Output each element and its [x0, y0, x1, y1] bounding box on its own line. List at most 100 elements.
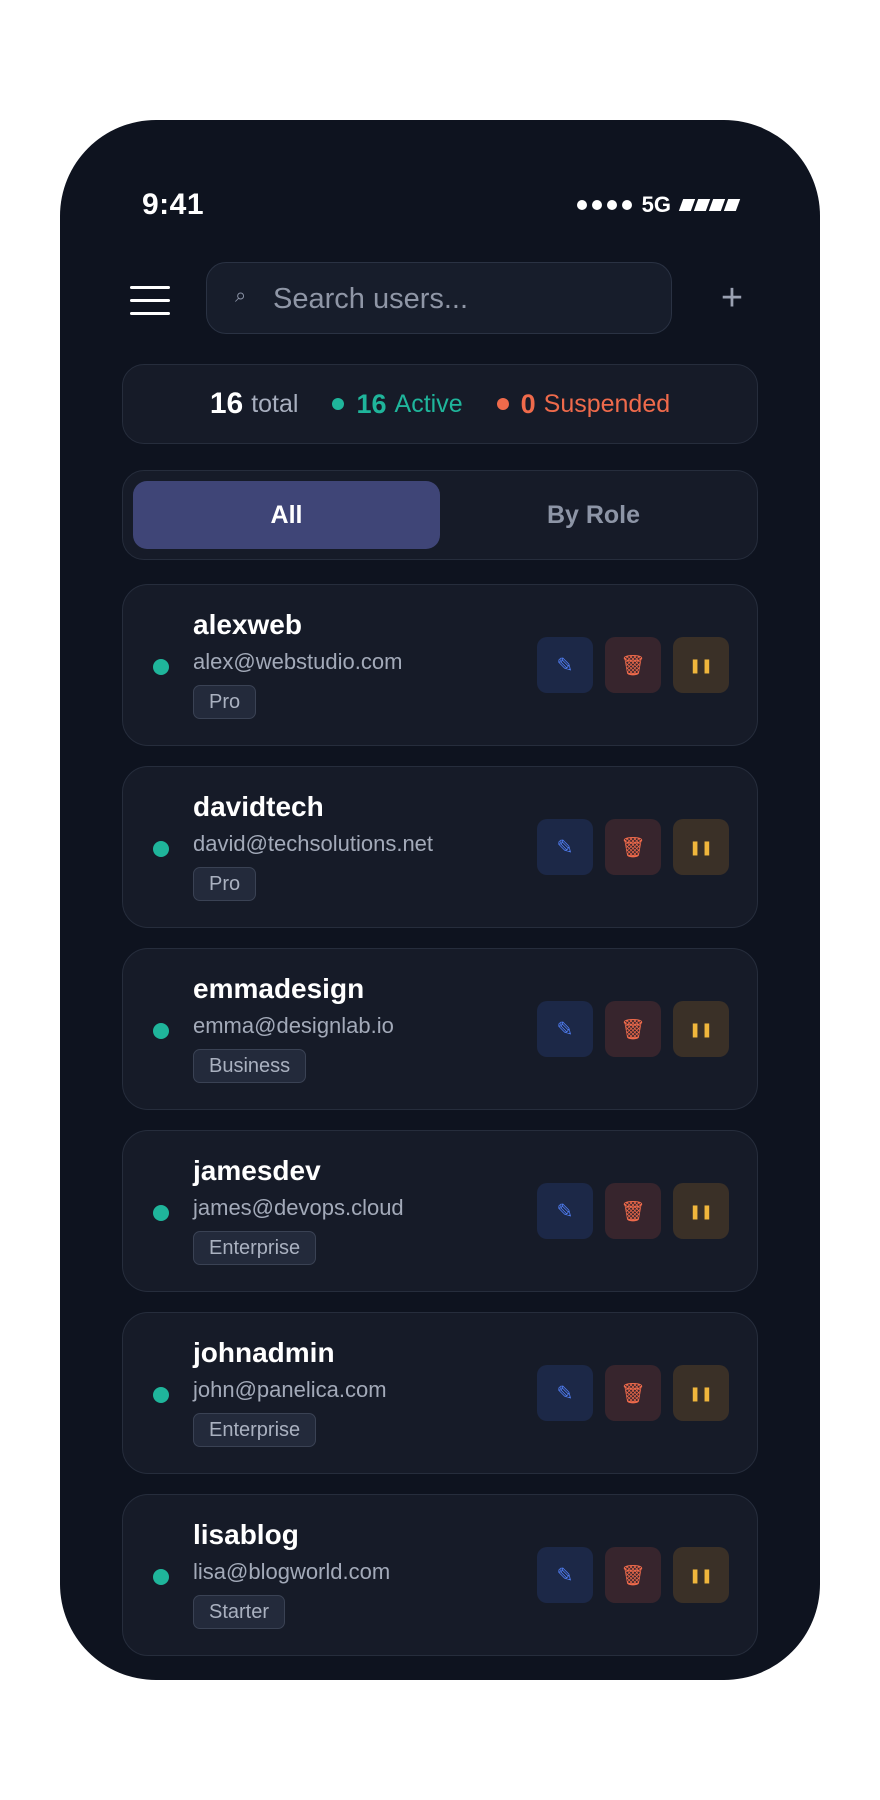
suspend-button[interactable]: ❚❚ [673, 637, 729, 693]
status-dot-icon [153, 1569, 169, 1585]
plan-badge: Pro [193, 867, 257, 901]
trash-icon: 🗑 [620, 1200, 646, 1223]
delete-button[interactable]: 🗑 [605, 1365, 661, 1421]
delete-button[interactable]: 🗑 [605, 1183, 661, 1239]
edit-button[interactable]: ✎ [537, 1001, 593, 1057]
total-label: total [251, 389, 299, 418]
stat-active: 16 Active [332, 388, 463, 420]
pencil-icon: ✎ [556, 1018, 574, 1041]
user-stats-bar: 16 total 16 Active 0 Suspended [122, 364, 758, 444]
suspend-button[interactable]: ❚❚ [673, 1365, 729, 1421]
filter-tabs: All By Role [122, 470, 758, 560]
pencil-icon: ✎ [556, 1200, 574, 1223]
plan-badge: Pro [193, 685, 257, 719]
stat-suspended: 0 Suspended [496, 389, 671, 420]
signal-icon [576, 200, 632, 210]
delete-button[interactable]: 🗑 [605, 1547, 661, 1603]
plan-badge: Starter [193, 1595, 286, 1629]
search-input[interactable] [271, 263, 655, 335]
pause-icon: ❚❚ [689, 1202, 713, 1219]
pause-icon: ❚❚ [689, 1020, 713, 1037]
search-icon: ⌕ [235, 285, 247, 307]
stat-total: 16 total [210, 387, 299, 421]
active-dot-icon [332, 398, 345, 410]
suspended-dot-icon [496, 398, 509, 410]
search-box: ⌕ [206, 262, 672, 335]
user-actions: ✎ 🗑 ❚❚ [537, 1547, 729, 1603]
edit-button[interactable]: ✎ [537, 819, 593, 875]
user-email: lisa@blogworld.com [193, 1559, 391, 1584]
trash-icon: 🗑 [620, 1564, 646, 1587]
delete-button[interactable]: 🗑 [605, 819, 661, 875]
delete-button[interactable]: 🗑 [605, 1001, 661, 1057]
user-name: alexweb [193, 609, 302, 640]
trash-icon: 🗑 [620, 836, 646, 859]
edit-button[interactable]: ✎ [537, 1547, 593, 1603]
user-actions: ✎ 🗑 ❚❚ [537, 1365, 729, 1421]
app-header: ⌕ + [60, 262, 820, 338]
user-list: alexweb alex@webstudio.com Pro ✎ 🗑 ❚❚ da… [122, 584, 758, 1676]
suspend-button[interactable]: ❚❚ [673, 819, 729, 875]
pencil-icon: ✎ [556, 1564, 574, 1587]
user-email: emma@designlab.io [193, 1013, 394, 1038]
user-card[interactable]: johnadmin john@panelica.com Enterprise ✎… [122, 1312, 758, 1474]
user-email: james@devops.cloud [193, 1195, 404, 1220]
pencil-icon: ✎ [556, 1382, 574, 1405]
tab-all[interactable]: All [133, 481, 440, 549]
network-label: 5G [641, 192, 671, 217]
suspend-button[interactable]: ❚❚ [673, 1183, 729, 1239]
edit-button[interactable]: ✎ [537, 1183, 593, 1239]
active-label: Active [394, 389, 463, 418]
user-actions: ✎ 🗑 ❚❚ [537, 637, 729, 693]
pause-icon: ❚❚ [689, 1384, 713, 1401]
edit-button[interactable]: ✎ [537, 1365, 593, 1421]
user-name: jamesdev [193, 1155, 321, 1186]
pause-icon: ❚❚ [689, 838, 713, 855]
tab-by-role[interactable]: By Role [440, 481, 747, 549]
plan-badge: Enterprise [193, 1413, 317, 1447]
add-user-button[interactable]: + [710, 276, 754, 320]
user-name: emmadesign [193, 973, 365, 1004]
total-count: 16 [209, 387, 244, 420]
user-email: alex@webstudio.com [193, 649, 403, 674]
phone-frame: 9:41 5G ⌕ + 16 total 16 Active 0 Suspend… [60, 120, 820, 1680]
suspended-label: Suspended [543, 389, 671, 418]
user-email: david@techsolutions.net [193, 831, 434, 856]
user-card[interactable]: emmadesign emma@designlab.io Business ✎ … [122, 948, 758, 1110]
active-count: 16 [356, 388, 387, 419]
suspend-button[interactable]: ❚❚ [673, 1547, 729, 1603]
user-card[interactable]: lisablog lisa@blogworld.com Starter ✎ 🗑 … [122, 1494, 758, 1656]
suspend-button[interactable]: ❚❚ [673, 1001, 729, 1057]
edit-button[interactable]: ✎ [537, 637, 593, 693]
user-card[interactable]: jamesdev james@devops.cloud Enterprise ✎… [122, 1130, 758, 1292]
user-actions: ✎ 🗑 ❚❚ [537, 819, 729, 875]
status-dot-icon [153, 1205, 169, 1221]
user-card[interactable]: davidtech david@techsolutions.net Pro ✎ … [122, 766, 758, 928]
user-actions: ✎ 🗑 ❚❚ [537, 1183, 729, 1239]
status-dot-icon [153, 659, 169, 675]
pause-icon: ❚❚ [689, 1566, 713, 1583]
trash-icon: 🗑 [620, 1382, 646, 1405]
status-dot-icon [153, 1023, 169, 1039]
user-name: lisablog [193, 1519, 299, 1550]
pencil-icon: ✎ [556, 836, 574, 859]
status-bar: 9:41 5G [60, 120, 820, 260]
status-time: 9:41 [142, 188, 205, 221]
trash-icon: 🗑 [620, 654, 646, 677]
delete-button[interactable]: 🗑 [605, 637, 661, 693]
status-indicators: 5G [576, 192, 741, 218]
pause-icon: ❚❚ [689, 656, 713, 673]
user-email: john@panelica.com [193, 1377, 387, 1402]
user-name: davidtech [193, 791, 324, 822]
pencil-icon: ✎ [556, 654, 574, 677]
battery-icon [678, 199, 741, 211]
user-card[interactable]: alexweb alex@webstudio.com Pro ✎ 🗑 ❚❚ [122, 584, 758, 746]
plan-badge: Business [193, 1049, 307, 1083]
plan-badge: Enterprise [193, 1231, 317, 1265]
status-dot-icon [153, 1387, 169, 1403]
user-actions: ✎ 🗑 ❚❚ [537, 1001, 729, 1057]
trash-icon: 🗑 [620, 1018, 646, 1041]
hamburger-menu-icon[interactable] [130, 286, 170, 316]
user-name: johnadmin [193, 1337, 335, 1368]
status-dot-icon [153, 841, 169, 857]
